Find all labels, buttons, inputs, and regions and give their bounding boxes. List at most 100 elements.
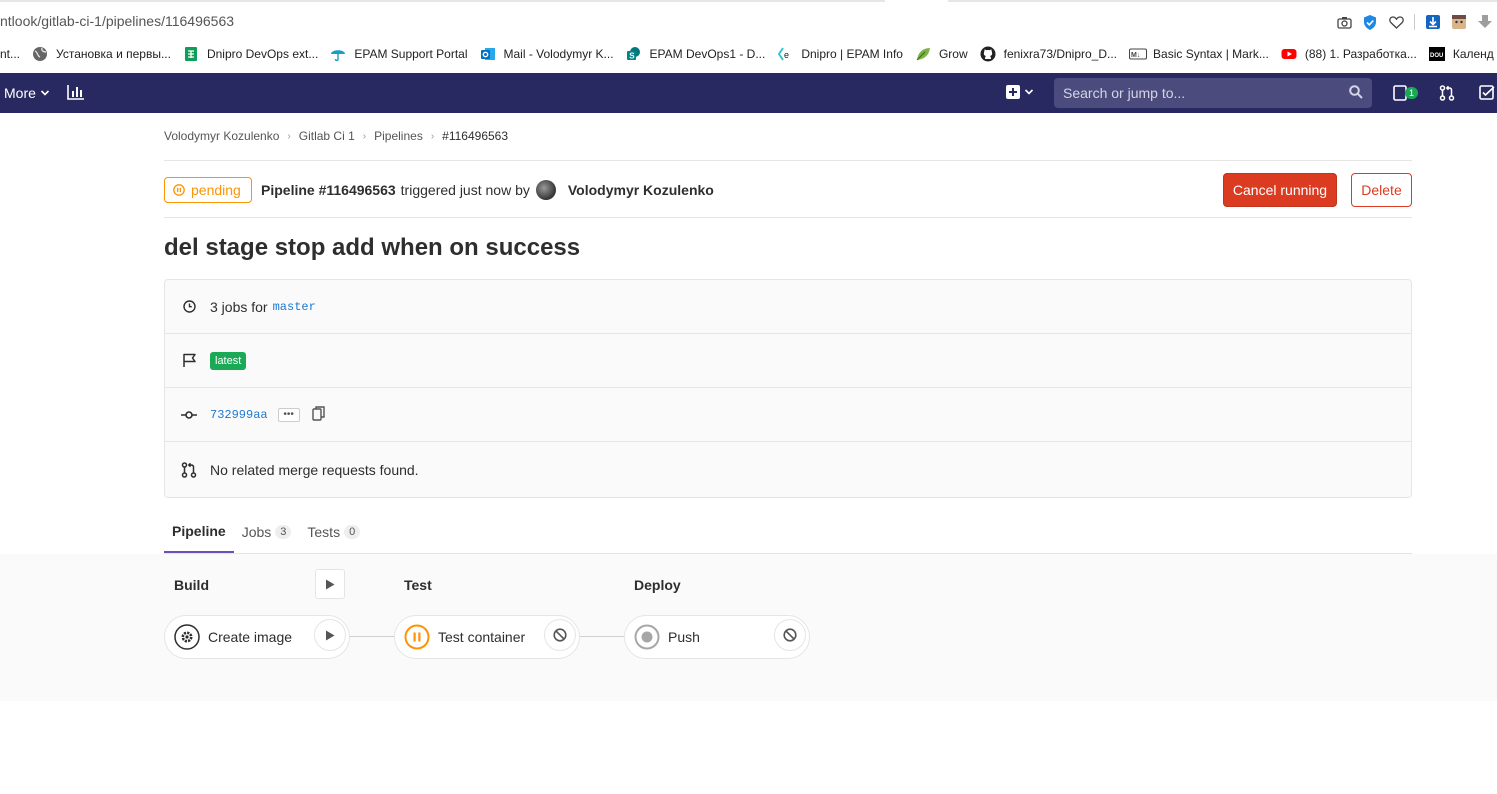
chevron-right-icon: › xyxy=(287,130,291,142)
todo-count-badge: 1 xyxy=(1405,87,1419,99)
divider xyxy=(164,217,1412,218)
breadcrumb-current[interactable]: #116496563 xyxy=(442,129,508,143)
bookmark-label: nt... xyxy=(0,47,21,61)
avatar[interactable] xyxy=(535,180,556,200)
jobs-count-text: 3 jobs for xyxy=(210,298,268,315)
branch-link[interactable]: master xyxy=(273,300,316,314)
job-cancel-button[interactable] xyxy=(544,619,576,651)
markdown-icon: M↓ xyxy=(1129,46,1148,62)
tab-label: Pipeline xyxy=(172,522,226,539)
chevron-right-icon: › xyxy=(362,130,367,142)
job-push[interactable]: Push xyxy=(624,615,810,659)
bookmark-item[interactable]: Grow xyxy=(915,46,968,62)
toolbar-divider xyxy=(1414,14,1415,30)
tab-count-badge: 3 xyxy=(275,524,292,539)
job-play-button[interactable] xyxy=(314,619,346,651)
stage-connector xyxy=(350,636,395,637)
camera-icon[interactable] xyxy=(1336,14,1352,30)
play-icon xyxy=(326,579,335,589)
stage-connector xyxy=(580,636,625,637)
breadcrumb: Volodymyr Kozulenko › Gitlab Ci 1 › Pipe… xyxy=(164,129,508,143)
bookmark-item[interactable]: Dnipro DevOps ext... xyxy=(183,46,318,62)
epam-icon: e xyxy=(777,46,793,62)
tags-row: latest xyxy=(165,334,1411,388)
more-menu-button[interactable]: More xyxy=(4,85,50,101)
job-create-image[interactable]: Create image xyxy=(164,615,350,659)
pending-status-icon xyxy=(404,624,430,650)
bookmark-item[interactable]: (88) 1. Разработка... xyxy=(1281,46,1417,62)
bookmark-item[interactable]: S EPAM DevOps1 - D... xyxy=(626,46,766,62)
extension-avatar-icon[interactable] xyxy=(1451,14,1467,30)
svg-text:e: e xyxy=(784,50,789,60)
issues-check-icon[interactable] xyxy=(1479,85,1495,104)
search-box xyxy=(1054,78,1372,108)
heart-icon[interactable] xyxy=(1388,14,1404,30)
tab-count-badge: 0 xyxy=(344,524,361,539)
tab-label: Jobs xyxy=(241,523,272,540)
job-cancel-button[interactable] xyxy=(774,619,806,651)
merge-request-icon[interactable] xyxy=(1439,85,1455,104)
bookmark-item[interactable]: nt... xyxy=(0,47,20,61)
tab-label: Tests xyxy=(307,523,341,540)
tab-jobs[interactable]: Jobs 3 xyxy=(234,510,300,553)
svg-text:M↓: M↓ xyxy=(1131,52,1140,59)
status-badge[interactable]: pending xyxy=(164,177,252,203)
bookmark-item[interactable]: M↓ Basic Syntax | Mark... xyxy=(1129,46,1269,62)
job-name: Push xyxy=(668,629,700,645)
bookmark-label: Установка и первы... xyxy=(56,47,171,61)
stage-play-button[interactable] xyxy=(315,569,345,599)
chevron-down-icon xyxy=(1024,89,1034,95)
bookmark-label: Календ xyxy=(1452,47,1494,61)
commit-sha-link[interactable]: 732999aa xyxy=(210,408,268,422)
browser-extensions xyxy=(1336,12,1497,32)
bookmark-item[interactable]: EPAM Support Portal xyxy=(330,46,468,62)
breadcrumb-link[interactable]: Pipelines xyxy=(374,129,423,143)
author-link[interactable]: Volodymyr Kozulenko xyxy=(568,182,714,198)
more-commit-info-button[interactable]: ••• xyxy=(277,407,300,422)
leaf-icon xyxy=(915,46,931,62)
bookmark-label: Mail - Volodymyr K... xyxy=(503,47,614,61)
tab-tests[interactable]: Tests 0 xyxy=(299,510,368,553)
pipeline-info-box: 3 jobs for master latest 732999aa ••• No… xyxy=(164,279,1412,498)
shield-check-icon[interactable] xyxy=(1362,14,1378,30)
download-arrow-icon[interactable] xyxy=(1477,14,1493,30)
search-icon xyxy=(1349,85,1363,99)
bookmark-item[interactable]: DOU Календ xyxy=(1428,46,1494,62)
play-icon xyxy=(326,630,335,640)
cancel-icon xyxy=(783,628,797,642)
bookmark-item[interactable]: Установка и первы... xyxy=(32,46,171,62)
bookmarks-bar: nt... Установка и первы... Dnipro DevOps… xyxy=(0,42,1497,66)
activity-chart-icon[interactable] xyxy=(67,84,85,103)
chevron-down-icon xyxy=(40,90,49,96)
bookmark-label: Basic Syntax | Mark... xyxy=(1153,47,1269,61)
outlook-icon xyxy=(480,46,496,62)
svg-text:DOU: DOU xyxy=(1430,53,1443,59)
bookmark-label: Grow xyxy=(938,47,968,61)
job-test-container[interactable]: Test container xyxy=(394,615,580,659)
browser-toolbar: ntlook/gitlab-ci-1/pipelines/116496563 xyxy=(0,0,1497,42)
bookmark-label: EPAM DevOps1 - D... xyxy=(649,47,766,61)
delete-button[interactable]: Delete xyxy=(1351,173,1412,207)
no-merge-requests-text: No related merge requests found. xyxy=(210,462,419,478)
cancel-running-button[interactable]: Cancel running xyxy=(1223,173,1337,207)
dou-icon: DOU xyxy=(1428,46,1445,62)
page-title: del stage stop add when on success xyxy=(164,234,581,261)
merge-request-icon xyxy=(181,462,197,478)
breadcrumb-link[interactable]: Gitlab Ci 1 xyxy=(299,129,355,143)
new-item-dropdown[interactable] xyxy=(1006,85,1034,99)
bookmark-label: fenixra73/Dnipro_D... xyxy=(1003,47,1118,61)
loading-bar-tail xyxy=(948,0,1497,2)
tab-pipeline[interactable]: Pipeline xyxy=(164,510,234,553)
bookmark-item[interactable]: Mail - Volodymyr K... xyxy=(480,46,614,62)
stage-title-deploy: Deploy xyxy=(634,577,681,593)
address-bar[interactable]: ntlook/gitlab-ci-1/pipelines/116496563 xyxy=(0,13,234,29)
search-input[interactable] xyxy=(1063,85,1333,101)
breadcrumb-link[interactable]: Volodymyr Kozulenko xyxy=(164,129,279,143)
globe-icon xyxy=(32,46,48,62)
download-manager-icon[interactable] xyxy=(1425,14,1441,30)
copy-icon[interactable] xyxy=(311,405,325,424)
pipeline-id: Pipeline #116496563 xyxy=(261,182,396,198)
bookmark-item[interactable]: fenixra73/Dnipro_D... xyxy=(980,46,1117,62)
bookmark-label: Dnipro | EPAM Info xyxy=(801,47,903,61)
bookmark-item[interactable]: e Dnipro | EPAM Info xyxy=(777,46,903,62)
